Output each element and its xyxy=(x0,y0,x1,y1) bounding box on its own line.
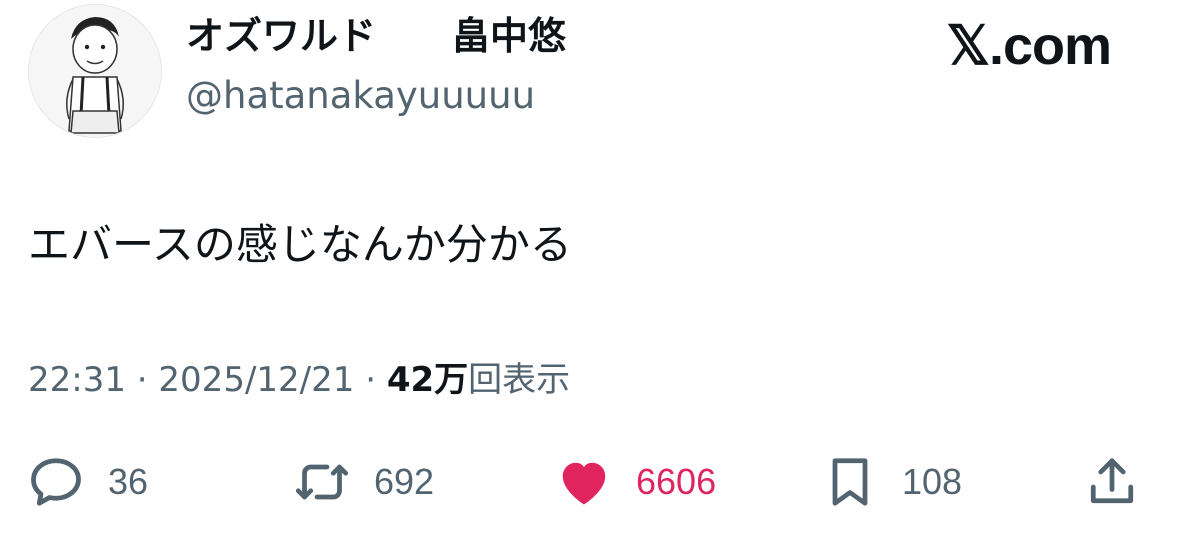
display-name[interactable]: オズワルド 畠中悠 xyxy=(186,14,566,60)
avatar-illustration xyxy=(29,5,161,137)
share-button[interactable] xyxy=(1082,452,1142,512)
like-button[interactable]: 6606 xyxy=(554,452,716,512)
meta-separator: · xyxy=(354,360,387,400)
retweet-button[interactable]: 692 xyxy=(292,452,434,512)
share-icon xyxy=(1082,452,1142,512)
views-count: 42万 xyxy=(386,360,469,400)
user-handle[interactable]: @hatanakayuuuuu xyxy=(186,74,535,118)
reply-button[interactable]: 36 xyxy=(26,452,148,512)
bookmark-icon xyxy=(820,452,880,512)
bookmark-count: 108 xyxy=(902,461,963,502)
tweet-date[interactable]: 2025/12/21 xyxy=(158,360,354,400)
tweet-text: エバースの感じなんか分かる xyxy=(28,220,572,269)
avatar[interactable] xyxy=(28,4,162,138)
bookmark-button[interactable]: 108 xyxy=(820,452,962,512)
x-logo: 𝕏.com xyxy=(946,16,1112,76)
meta-separator: · xyxy=(125,360,159,400)
heart-icon xyxy=(554,452,614,512)
tweet-meta: 22:31 · 2025/12/21 · 42万回表示 xyxy=(28,358,570,402)
retweet-count: 692 xyxy=(374,461,435,502)
like-count: 6606 xyxy=(636,461,717,502)
tweet-time[interactable]: 22:31 xyxy=(28,360,126,400)
retweet-icon xyxy=(292,452,352,512)
views-label: 回表示 xyxy=(468,360,571,400)
reply-icon xyxy=(26,452,86,512)
reply-count: 36 xyxy=(108,461,149,502)
